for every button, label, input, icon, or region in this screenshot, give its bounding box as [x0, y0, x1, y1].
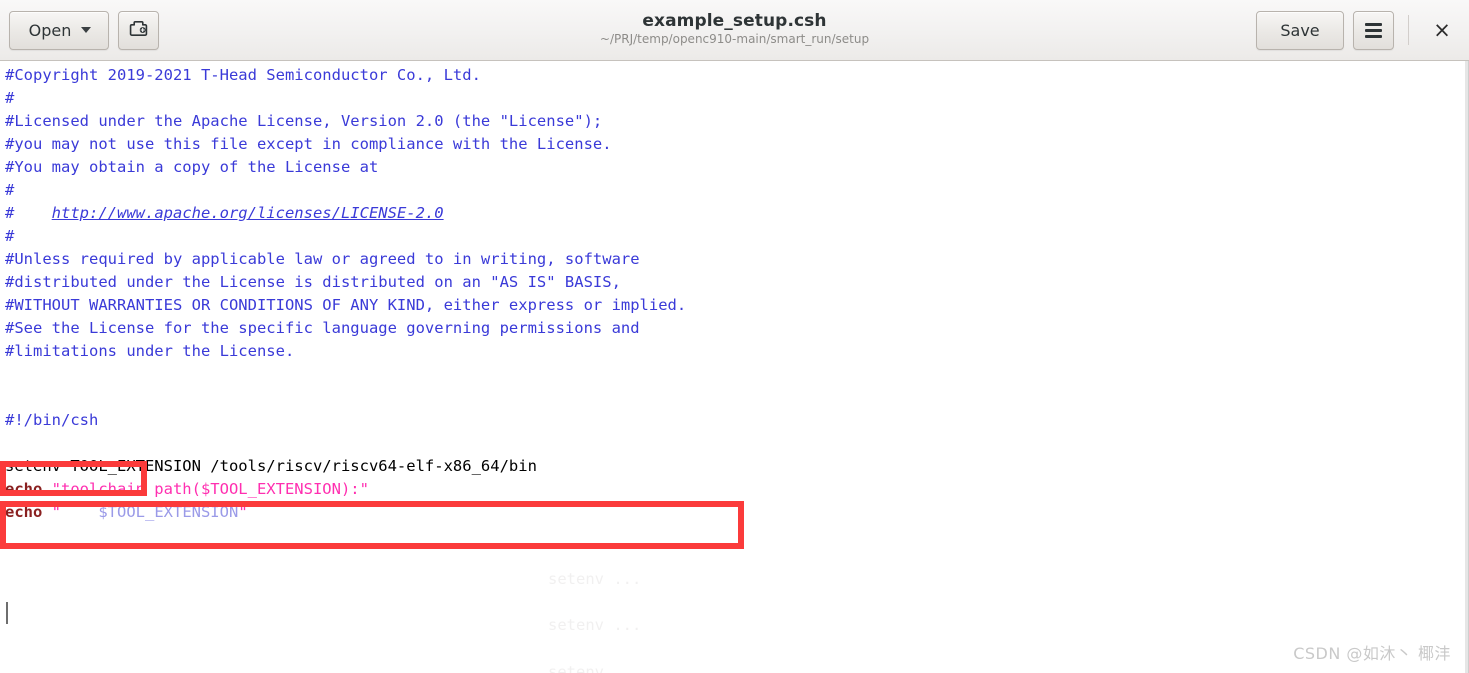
code-token: http://www.apache.org/licenses/LICENSE-2… [51, 204, 444, 222]
open-file-button[interactable]: Open [9, 10, 109, 50]
vertical-scrollbar[interactable] [1465, 61, 1468, 673]
open-button-label: Open [28, 20, 72, 40]
close-window-button[interactable]: × [1425, 11, 1459, 49]
code-token: $TOOL_EXTENSION [98, 503, 239, 521]
code-line: #Licensed under the Apache License, Vers… [5, 110, 1468, 133]
watermark-label: CSDN @如沐丶 椰沣 [1293, 644, 1451, 663]
window-header-bar: Open example_setup.csh ~/PRJ/temp/openc9… [0, 0, 1469, 61]
code-line: # [5, 179, 1468, 202]
code-token: # [5, 181, 15, 199]
code-token: " [238, 503, 248, 521]
code-token: # [5, 227, 15, 245]
code-token: #You may obtain a copy of the License at [5, 158, 379, 176]
text-editor-window: Open example_setup.csh ~/PRJ/temp/openc9… [0, 0, 1469, 673]
code-line: #WITHOUT WARRANTIES OR CONDITIONS OF ANY… [5, 294, 1468, 317]
code-token: # [5, 204, 52, 222]
code-line: #Unless required by applicable law or ag… [5, 248, 1468, 271]
code-token: #Unless required by applicable law or ag… [5, 250, 640, 268]
ghost-text-line: setenv ... [548, 616, 642, 634]
save-as-icon [128, 18, 149, 43]
code-token: "toolchain path($TOOL_EXTENSION):" [42, 480, 369, 498]
code-line: echo "toolchain path($TOOL_EXTENSION):" [5, 478, 1468, 501]
ghost-text-line: setenv ... [548, 570, 642, 588]
code-token: #WITHOUT WARRANTIES OR CONDITIONS OF ANY… [5, 296, 687, 314]
code-line: # [5, 87, 1468, 110]
source-code-text[interactable]: #Copyright 2019-2021 T-Head Semiconducto… [0, 61, 1468, 547]
code-line: #You may obtain a copy of the License at [5, 156, 1468, 179]
code-token: #See the License for the specific langua… [5, 319, 640, 337]
code-line: #See the License for the specific langua… [5, 317, 1468, 340]
code-token: echo [5, 503, 43, 521]
code-token: #you may not use this file except in com… [5, 135, 612, 153]
code-token: " [42, 503, 99, 521]
file-path-subtitle: ~/PRJ/temp/openc910-main/smart_run/setup [599, 32, 870, 47]
save-button-label: Save [1280, 20, 1320, 40]
code-token: #distributed under the License is distri… [5, 273, 621, 291]
main-menu-button[interactable] [1353, 10, 1394, 50]
page-title: example_setup.csh [642, 10, 827, 31]
code-line: #!/bin/csh [5, 409, 1468, 432]
code-line: # http://www.apache.org/licenses/LICENSE… [5, 202, 1468, 225]
save-button[interactable]: Save [1256, 10, 1344, 50]
close-icon: × [1433, 17, 1451, 42]
code-token: #limitations under the License. [5, 342, 295, 360]
chevron-down-icon [81, 27, 92, 33]
code-line: #limitations under the License. [5, 340, 1468, 363]
code-line: #Copyright 2019-2021 T-Head Semiconducto… [5, 64, 1468, 87]
text-cursor [6, 602, 8, 624]
code-line: #distributed under the License is distri… [5, 271, 1468, 294]
code-token: #Copyright 2019-2021 T-Head Semiconducto… [5, 66, 481, 84]
code-token: setenv TOOL_EXTENSION /tools/riscv/riscv… [5, 457, 537, 475]
ghost-text-line: setenv ... [548, 663, 642, 673]
header-divider [1408, 15, 1409, 45]
code-line: setenv TOOL_EXTENSION /tools/riscv/riscv… [5, 455, 1468, 478]
code-token: #Licensed under the Apache License, Vers… [5, 112, 603, 130]
save-as-button[interactable] [118, 10, 159, 50]
hamburger-menu-icon [1365, 22, 1382, 38]
code-line: # [5, 225, 1468, 248]
code-line: echo " $TOOL_EXTENSION" [5, 501, 1468, 524]
code-line: #you may not use this file except in com… [5, 133, 1468, 156]
header-left-actions: Open [9, 10, 159, 50]
header-right-actions: Save × [1256, 10, 1459, 50]
window-title-block: example_setup.csh ~/PRJ/temp/openc910-ma… [0, 0, 1469, 60]
code-token: #!/bin/csh [5, 411, 99, 429]
editor-viewport[interactable]: setenv ...setenv ...setenv ...setenv ...… [0, 61, 1469, 673]
code-token: echo [5, 480, 43, 498]
code-token: # [5, 89, 15, 107]
